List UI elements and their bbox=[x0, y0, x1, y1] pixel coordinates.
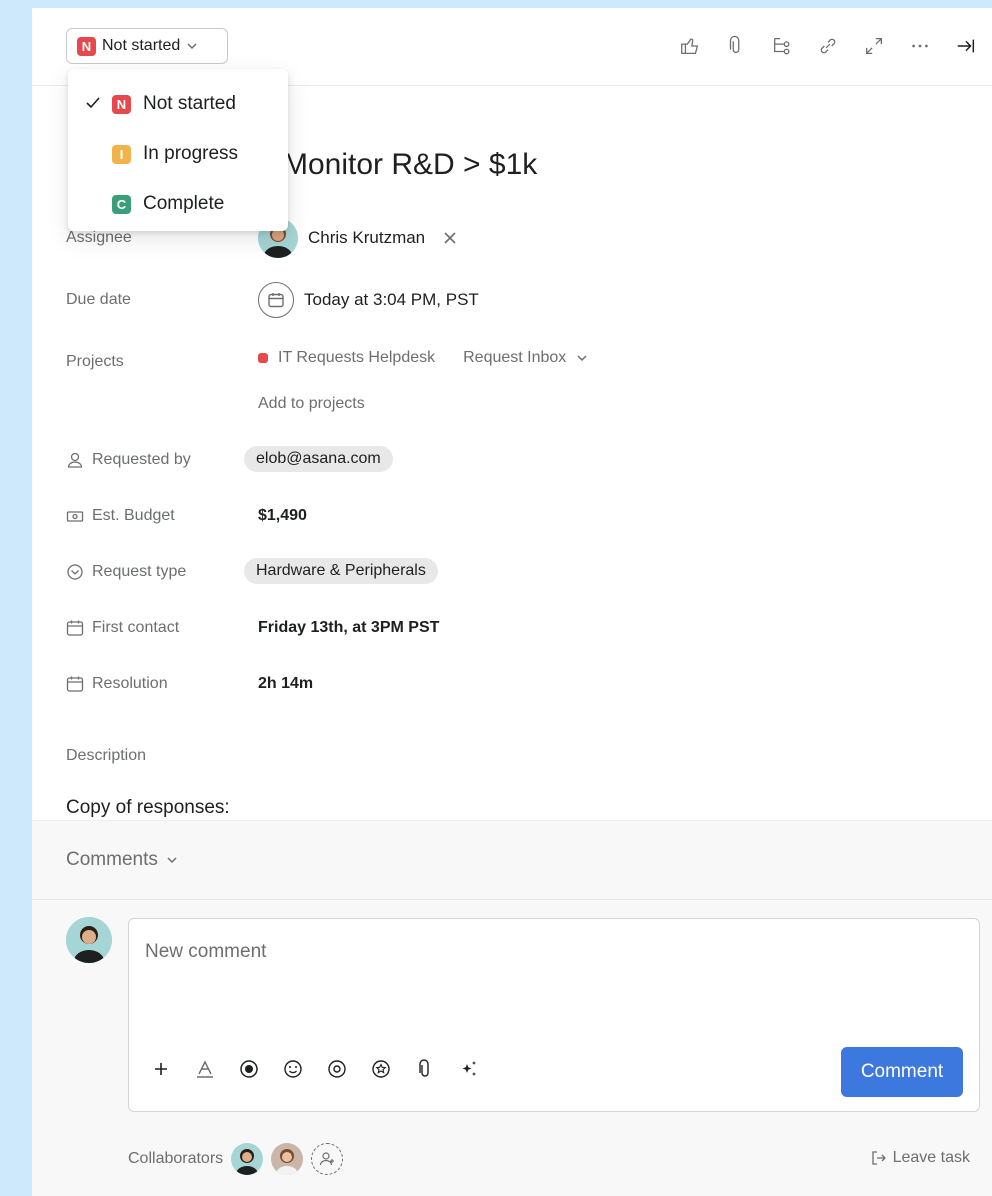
status-badge: C bbox=[112, 194, 131, 214]
first-contact-value[interactable]: Friday 13th, at 3PM PST bbox=[258, 619, 439, 637]
like-icon[interactable] bbox=[676, 32, 704, 60]
attachment-icon[interactable] bbox=[413, 1057, 437, 1081]
money-icon bbox=[66, 507, 84, 525]
toolbar-actions bbox=[676, 30, 980, 62]
comments-header-label: Comments bbox=[66, 849, 158, 870]
description-text[interactable]: Copy of responses: bbox=[66, 797, 230, 819]
avatar[interactable] bbox=[271, 1143, 304, 1175]
text-format-icon[interactable] bbox=[193, 1057, 217, 1081]
close-panel-icon[interactable] bbox=[952, 32, 980, 60]
est-budget-label: Est. Budget bbox=[66, 507, 175, 525]
option-label: Not started bbox=[143, 93, 236, 114]
avatar[interactable] bbox=[231, 1143, 264, 1175]
divider bbox=[32, 899, 992, 900]
requested-by-value[interactable]: elob@asana.com bbox=[244, 446, 393, 472]
comment-composer[interactable]: New comment Comment bbox=[128, 918, 980, 1112]
calendar-icon bbox=[66, 619, 84, 637]
requested-by-text: Requested by bbox=[92, 451, 191, 468]
record-icon[interactable] bbox=[237, 1057, 261, 1081]
leave-task-label: Leave task bbox=[892, 1149, 970, 1166]
comment-input[interactable]: New comment bbox=[145, 941, 266, 963]
projects-value: IT Requests Helpdesk Request Inbox bbox=[258, 349, 588, 367]
status-option-complete[interactable]: C Complete bbox=[68, 179, 288, 229]
first-contact-text: First contact bbox=[92, 619, 180, 636]
dropdown-circle-icon bbox=[66, 563, 84, 581]
option-label: Complete bbox=[143, 193, 225, 214]
emoji-icon[interactable] bbox=[281, 1057, 305, 1081]
avatar bbox=[66, 917, 112, 963]
comment-submit-button[interactable]: Comment bbox=[841, 1047, 963, 1097]
project-section[interactable]: Request Inbox bbox=[463, 349, 566, 367]
more-icon[interactable] bbox=[906, 32, 934, 60]
status-badge: N bbox=[77, 36, 96, 56]
check-icon bbox=[84, 94, 102, 112]
est-budget-value[interactable]: $1,490 bbox=[258, 507, 307, 525]
email-pill: elob@asana.com bbox=[244, 446, 393, 472]
due-date-label: Due date bbox=[66, 291, 131, 308]
calendar-icon bbox=[258, 282, 294, 318]
leave-task-button[interactable]: Leave task bbox=[871, 1149, 970, 1167]
task-detail-panel: N Not started N Not started I In progres… bbox=[32, 8, 992, 1196]
status-menu: N Not started I In progress C Complete bbox=[68, 69, 288, 231]
add-collaborator-icon[interactable] bbox=[311, 1143, 344, 1175]
project-color-dot bbox=[258, 353, 268, 363]
calendar-icon bbox=[66, 675, 84, 693]
due-date-value[interactable]: Today at 3:04 PM, PST bbox=[258, 282, 479, 318]
close-icon[interactable] bbox=[443, 231, 457, 245]
person-icon bbox=[66, 451, 84, 469]
collaborators: Collaborators bbox=[128, 1143, 344, 1175]
link-icon[interactable] bbox=[814, 32, 842, 60]
first-contact-label: First contact bbox=[66, 619, 179, 637]
est-budget-text: Est. Budget bbox=[92, 507, 175, 524]
comments-section: Comments New comment Comment Collaborato… bbox=[32, 820, 992, 1196]
resolution-text: Resolution bbox=[92, 675, 168, 692]
status-badge: N bbox=[112, 94, 131, 114]
star-icon[interactable] bbox=[369, 1057, 393, 1081]
description-label: Description bbox=[66, 747, 147, 764]
attachment-icon[interactable] bbox=[722, 32, 750, 60]
option-label: In progress bbox=[143, 143, 239, 164]
assignee-label: Assignee bbox=[66, 229, 132, 246]
status-label: Not started bbox=[102, 37, 181, 54]
mention-icon[interactable] bbox=[325, 1057, 349, 1081]
ai-sparkle-icon[interactable] bbox=[457, 1057, 481, 1081]
projects-label: Projects bbox=[66, 353, 124, 370]
plus-icon[interactable] bbox=[149, 1057, 173, 1081]
status-option-not-started[interactable]: N Not started bbox=[68, 79, 288, 129]
chevron-down-icon[interactable] bbox=[576, 352, 588, 364]
chevron-down-icon bbox=[186, 40, 198, 52]
task-title[interactable]: t: Monitor R&D > $1k bbox=[258, 148, 537, 182]
requested-by-label: Requested by bbox=[66, 451, 191, 469]
due-date-text: Today at 3:04 PM, PST bbox=[304, 290, 479, 309]
request-type-pill: Hardware & Peripherals bbox=[244, 558, 438, 584]
resolution-value[interactable]: 2h 14m bbox=[258, 675, 313, 693]
subtask-icon[interactable] bbox=[768, 32, 796, 60]
comments-toggle[interactable]: Comments bbox=[66, 849, 178, 871]
request-type-value[interactable]: Hardware & Peripherals bbox=[244, 558, 438, 584]
collaborators-label: Collaborators bbox=[128, 1150, 224, 1167]
assignee-name: Chris Krutzman bbox=[308, 228, 426, 247]
add-to-projects-link[interactable]: Add to projects bbox=[258, 395, 365, 413]
status-dropdown-button[interactable]: N Not started bbox=[66, 28, 228, 64]
chevron-down-icon bbox=[166, 854, 178, 866]
project-name[interactable]: IT Requests Helpdesk bbox=[278, 349, 435, 367]
comment-toolbar bbox=[149, 1057, 481, 1081]
leave-icon bbox=[871, 1150, 887, 1166]
resolution-label: Resolution bbox=[66, 675, 168, 693]
status-option-in-progress[interactable]: I In progress bbox=[68, 129, 288, 179]
request-type-text: Request type bbox=[92, 563, 187, 580]
request-type-label: Request type bbox=[66, 563, 186, 581]
expand-icon[interactable] bbox=[860, 32, 888, 60]
status-badge: I bbox=[112, 144, 131, 164]
